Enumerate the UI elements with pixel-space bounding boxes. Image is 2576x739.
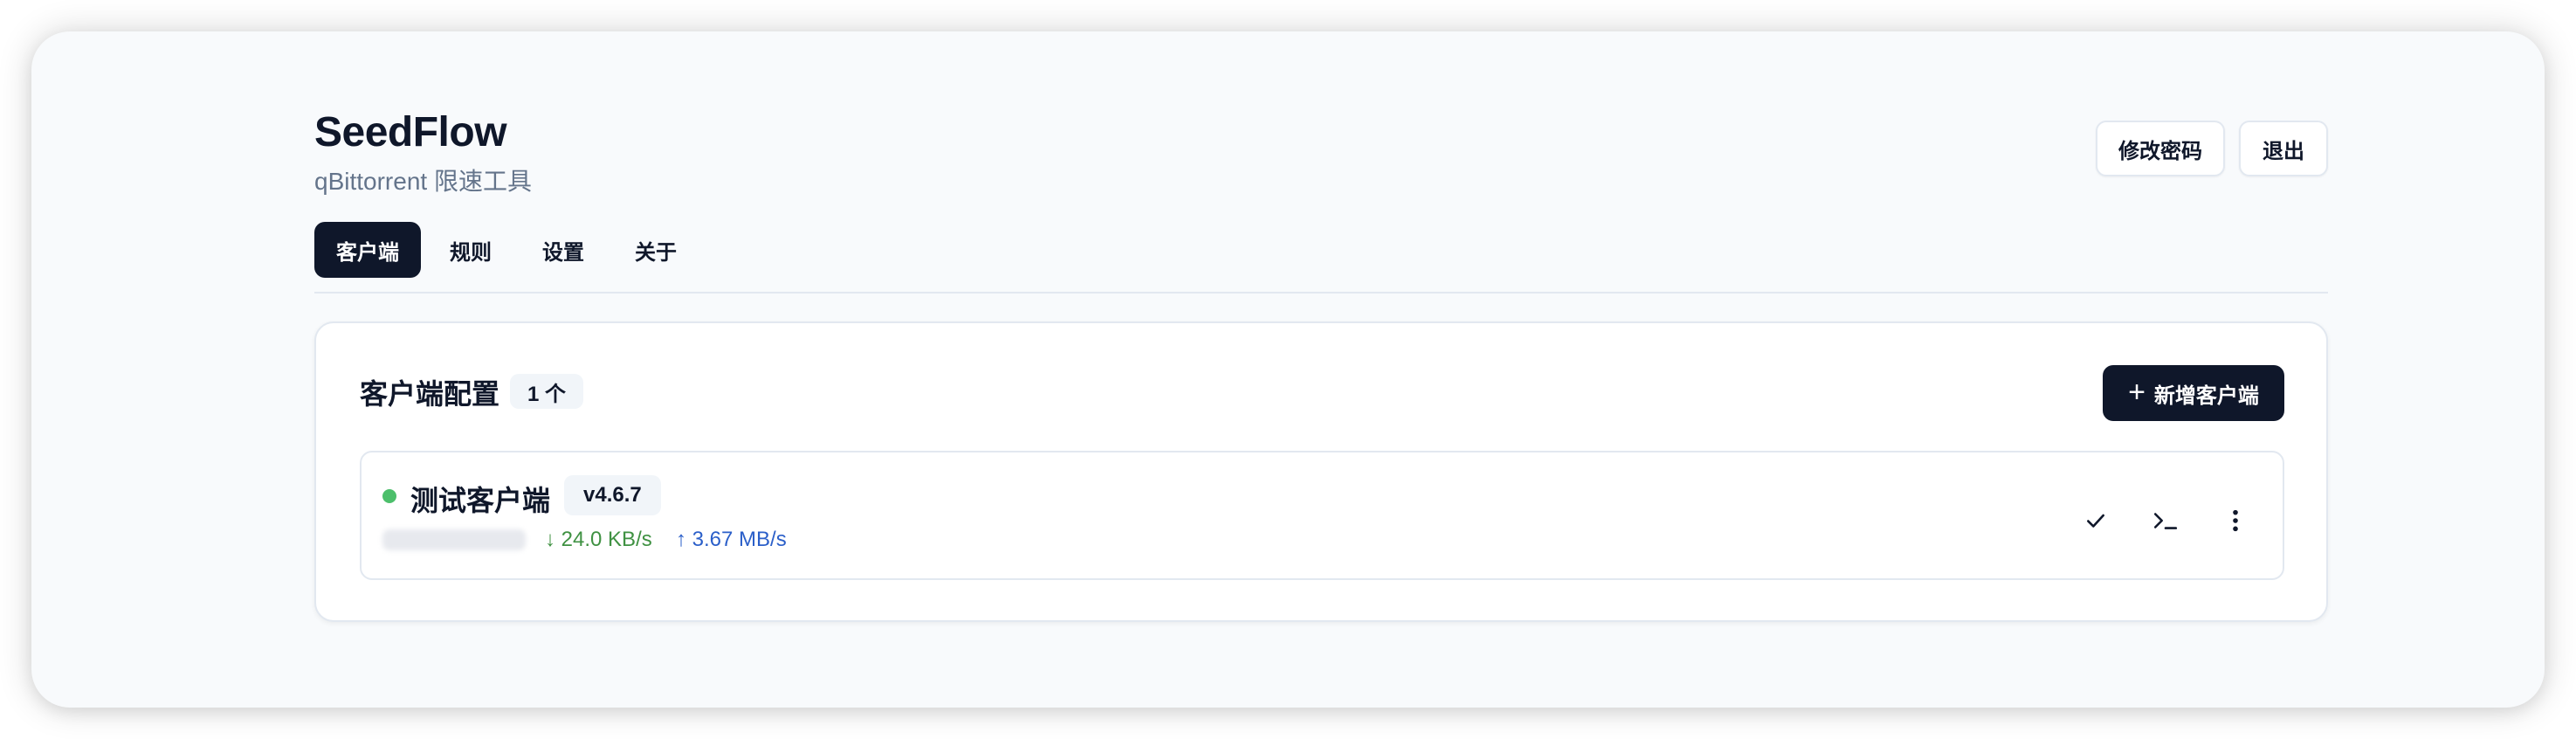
check-icon	[2087, 514, 2104, 528]
status-online-icon	[382, 489, 396, 503]
client-host-redacted	[382, 529, 526, 550]
app-title: SeedFlow	[314, 109, 507, 155]
more-options-button[interactable]	[2209, 494, 2262, 547]
change-password-button[interactable]: 修改密码	[2096, 121, 2225, 176]
plus-icon: +	[2128, 375, 2146, 409]
logout-button[interactable]: 退出	[2239, 121, 2328, 176]
tab-clients[interactable]: 客户端	[314, 222, 421, 278]
upload-speed: ↑ 3.67 MB/s	[676, 528, 787, 551]
more-vertical-icon	[2233, 509, 2238, 532]
add-client-button[interactable]: + 新增客户端	[2103, 365, 2284, 421]
tab-settings[interactable]: 设置	[520, 222, 606, 278]
add-client-label: 新增客户端	[2153, 383, 2259, 408]
nav-tabs: 客户端 规则 设置 关于	[314, 222, 699, 278]
client-row[interactable]: 测试客户端 v4.6.7 ↓ 24.0 KB/s ↑ 3.67 MB/s	[360, 451, 2284, 580]
app-subtitle: qBittorrent 限速工具	[314, 168, 532, 195]
tab-about[interactable]: 关于	[613, 222, 699, 278]
client-name: 测试客户端	[410, 485, 551, 516]
panel-title: 客户端配置	[360, 378, 500, 410]
app-window: SeedFlow qBittorrent 限速工具 修改密码 退出 客户端 规则…	[31, 31, 2545, 708]
tabs-divider	[314, 292, 2328, 294]
clients-panel: 客户端配置 1 个 + 新增客户端 测试客户端 v4.6.7 ↓ 24.0 KB…	[314, 321, 2328, 622]
tab-rules[interactable]: 规则	[428, 222, 513, 278]
client-version-badge: v4.6.7	[564, 475, 661, 515]
test-connection-button[interactable]	[2070, 494, 2122, 547]
client-count-badge: 1 个	[510, 374, 584, 409]
terminal-icon	[2153, 513, 2178, 529]
terminal-button[interactable]	[2139, 494, 2192, 547]
download-speed: ↓ 24.0 KB/s	[545, 528, 652, 551]
